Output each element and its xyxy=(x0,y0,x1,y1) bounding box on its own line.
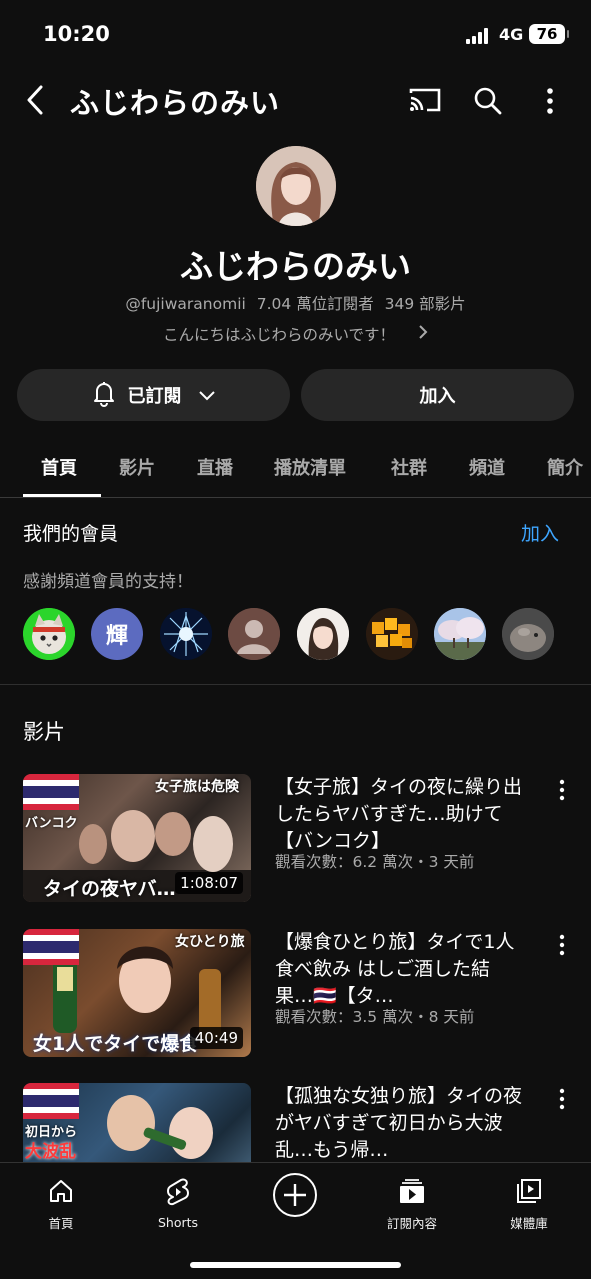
create-icon xyxy=(271,1173,319,1223)
video-item[interactable]: 女ひとり旅 女1人でタイで爆食 40:49 【爆食ひとり旅】タイで1人食べ飲み … xyxy=(0,929,591,1061)
network-label: 4G xyxy=(499,25,524,44)
thumb-text-side: バンコク xyxy=(25,816,78,831)
member-avatar-blossom[interactable] xyxy=(434,608,486,660)
nav-library-label: 媒體庫 xyxy=(510,1216,548,1231)
cast-icon[interactable] xyxy=(406,84,444,116)
status-time: 10:20 xyxy=(43,22,110,46)
join-button[interactable]: 加入 xyxy=(301,369,574,421)
video-more-icon[interactable] xyxy=(552,778,572,802)
thumb-text-bottom: 女1人でタイで爆食 xyxy=(33,1033,199,1055)
nav-subscriptions[interactable]: 訂閱內容 xyxy=(367,1177,457,1232)
nav-shorts-label: Shorts xyxy=(157,1215,199,1230)
description-text: こんにちはふじわらのみいです！ xyxy=(163,326,396,344)
channel-meta: @fujiwaranomii 7.04 萬位訂閱者 349 部影片 xyxy=(0,292,591,314)
tab-home[interactable]: 首頁 xyxy=(41,454,77,480)
active-tab-indicator xyxy=(23,494,101,497)
members-thanks: 感謝頻道會員的支持！ xyxy=(23,572,193,592)
video-title[interactable]: 【女子旅】タイの夜に繰り出したらヤバすぎた…助けて【バンコク】 xyxy=(275,774,523,855)
home-icon xyxy=(47,1180,75,1209)
member-avatar-light[interactable] xyxy=(160,608,212,660)
member-avatar-glyph[interactable]: 輝 xyxy=(91,608,143,660)
video-more-icon[interactable] xyxy=(552,933,572,957)
shorts-icon xyxy=(164,1178,192,1211)
signal-icon xyxy=(466,28,492,44)
library-icon xyxy=(515,1179,543,1209)
video-thumbnail[interactable]: 女子旅は危険 バンコク タイの夜ヤバ… 1:08:07 xyxy=(23,774,251,902)
members-join-link[interactable]: 加入 xyxy=(521,519,559,546)
tab-videos[interactable]: 影片 xyxy=(119,454,155,480)
video-title[interactable]: 【孤独な女独り旅】タイの夜がヤバすぎて初日から大波乱…もう帰… xyxy=(275,1083,523,1164)
channel-handle[interactable]: @fujiwaranomii xyxy=(125,295,245,313)
section-divider xyxy=(0,684,591,685)
thumb-text-top: 女ひとり旅 xyxy=(175,934,245,950)
subscribed-label: 已訂閱 xyxy=(127,386,182,407)
video-item[interactable]: 女子旅は危険 バンコク タイの夜ヤバ… 1:08:07 【女子旅】タイの夜に繰り… xyxy=(0,774,591,906)
top-app-bar: ふじわらのみい xyxy=(0,70,591,130)
video-meta: 觀看次數：3.5 萬次・8 天前 xyxy=(275,1008,475,1026)
video-duration: 1:08:07 xyxy=(175,872,243,894)
tab-live[interactable]: 直播 xyxy=(197,454,233,480)
chevron-down-icon xyxy=(198,385,216,406)
thai-flag-icon xyxy=(23,774,79,810)
nav-home[interactable]: 首頁 xyxy=(16,1177,106,1232)
thumb-text-bottom: 大波乱 xyxy=(25,1142,76,1162)
video-count: 349 部影片 xyxy=(384,295,466,313)
status-bar: 10:20 4G 76 xyxy=(0,0,591,70)
video-title[interactable]: 【爆食ひとり旅】タイで1人食べ飲み はしご酒した結果…🇹🇭【タ… xyxy=(275,929,523,1010)
thumb-text-bottom: タイの夜ヤバ… xyxy=(43,878,176,900)
subscriber-count: 7.04 萬位訂閱者 xyxy=(256,295,374,313)
tab-channels[interactable]: 頻道 xyxy=(469,454,505,480)
subscribed-button[interactable]: 已訂閱 xyxy=(17,369,290,421)
more-options-icon[interactable] xyxy=(538,84,562,118)
members-title: 我們的會員 xyxy=(23,523,119,545)
channel-tabs: 首頁 影片 直播 播放清單 社群 頻道 簡介 xyxy=(0,440,591,498)
member-avatar-animal[interactable] xyxy=(502,608,554,660)
video-more-icon[interactable] xyxy=(552,1087,572,1111)
battery-icon: 76 xyxy=(529,24,569,44)
videos-section-title: 影片 xyxy=(23,720,65,744)
back-icon[interactable] xyxy=(18,82,52,118)
search-icon[interactable] xyxy=(470,84,506,118)
member-avatar-default[interactable] xyxy=(228,608,280,660)
channel-description[interactable]: こんにちはふじわらのみいです！ xyxy=(0,323,591,345)
nav-home-label: 首頁 xyxy=(48,1216,74,1231)
subscriptions-icon xyxy=(397,1179,427,1209)
bell-icon xyxy=(92,379,116,412)
page-title: ふじわらのみい xyxy=(70,86,281,120)
home-indicator xyxy=(190,1262,401,1268)
video-thumbnail[interactable]: 女ひとり旅 女1人でタイで爆食 40:49 xyxy=(23,929,251,1057)
video-meta: 觀看次數：6.2 萬次・3 天前 xyxy=(275,853,475,871)
nav-subscriptions-label: 訂閱內容 xyxy=(386,1216,437,1231)
tab-about[interactable]: 簡介 xyxy=(547,454,583,480)
chevron-right-icon xyxy=(418,324,428,344)
channel-name: ふじわらのみい xyxy=(180,247,411,286)
tab-community[interactable]: 社群 xyxy=(391,454,427,480)
channel-avatar[interactable] xyxy=(256,146,336,226)
member-avatar-cat[interactable] xyxy=(23,608,75,660)
member-avatar-letter: 輝 xyxy=(105,624,128,649)
nav-library[interactable]: 媒體庫 xyxy=(484,1177,574,1232)
thai-flag-icon xyxy=(23,1083,79,1119)
thai-flag-icon xyxy=(23,929,79,965)
nav-create[interactable] xyxy=(250,1171,340,1223)
member-avatar-woman[interactable] xyxy=(297,608,349,660)
nav-shorts[interactable]: Shorts xyxy=(133,1177,223,1230)
video-duration: 40:49 xyxy=(189,1027,243,1049)
member-avatar-mango[interactable] xyxy=(366,608,418,660)
tab-playlists[interactable]: 播放清單 xyxy=(274,454,346,480)
thumb-text-top: 女子旅は危険 xyxy=(155,779,239,795)
